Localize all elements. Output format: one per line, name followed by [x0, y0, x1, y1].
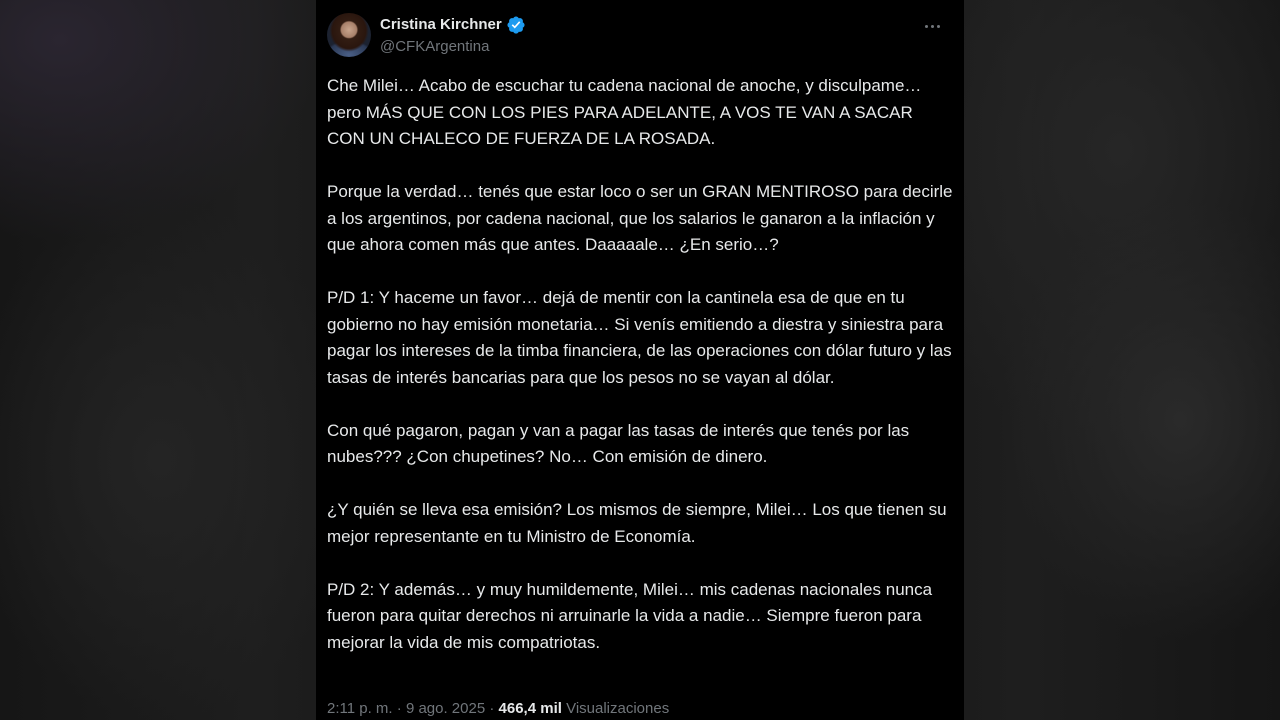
tweet-paragraph: Porque la verdad… tenés que estar loco o… [327, 182, 953, 254]
tweet-date[interactable]: 9 ago. 2025 [406, 700, 485, 717]
views-label: Visualizaciones [566, 700, 670, 717]
tweet-meta: 2:11 p. m. · 9 ago. 2025 · 466,4 mil Vis… [327, 698, 669, 720]
author-name-row: Cristina Kirchner [380, 15, 526, 35]
more-dot-icon [930, 24, 934, 28]
tweet-paragraph: Che Milei… Acabo de escuchar tu cadena n… [327, 76, 922, 148]
tweet-paragraph: ¿Y quién se lleva esa emisión? Los mismo… [327, 500, 947, 546]
tweet-header: Cristina Kirchner @CFKArgentina [327, 12, 953, 60]
avatar[interactable] [327, 13, 371, 57]
meta-separator: · [396, 700, 402, 717]
more-horizontal-icon[interactable] [919, 16, 945, 36]
views-count: 466,4 mil [498, 700, 562, 717]
tweet-paragraph: P/D 2: Y además… y muy humildemente, Mil… [327, 579, 933, 652]
tweet-paragraph: P/D 1: Y haceme un favor… dejá de mentir… [327, 288, 952, 387]
more-dot-icon [936, 24, 940, 28]
author-handle[interactable]: @CFKArgentina [380, 37, 489, 57]
tweet-time[interactable]: 2:11 p. m. [327, 700, 393, 717]
more-dot-icon [924, 24, 928, 28]
meta-separator: · [489, 700, 495, 717]
tweet-paragraph: Con qué pagaron, pagan y van a pagar las… [327, 420, 910, 467]
verified-badge-icon [507, 16, 525, 34]
tweet-card: Cristina Kirchner @CFKArgentina Che Mile… [316, 0, 964, 720]
author-name[interactable]: Cristina Kirchner [380, 15, 502, 35]
tweet-text: Che Milei… Acabo de escuchar tu cadena n… [327, 73, 955, 683]
